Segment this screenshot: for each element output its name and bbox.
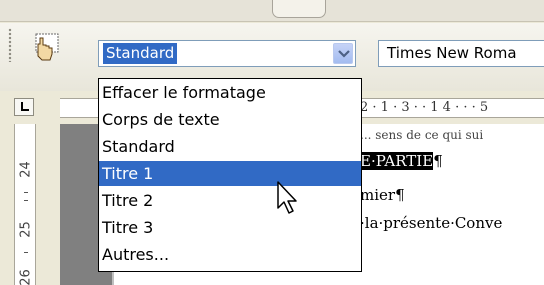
mouse-pointer-icon — [277, 181, 297, 214]
vertical-ruler-number: 24 — [18, 161, 34, 178]
document-heading-line: E·PARTIE¶ — [360, 152, 443, 170]
paragraph-style-value[interactable]: Standard — [103, 43, 178, 64]
document-line: ... sens de ce qui sui — [360, 128, 484, 142]
dropdown-item-heading-3[interactable]: Titre 3 — [99, 215, 361, 240]
font-name-value[interactable]: Times New Roma — [387, 43, 517, 64]
dropdown-item-clear-formatting[interactable]: Effacer le formatage — [99, 80, 361, 105]
vertical-ruler-tick — [24, 252, 28, 253]
vertical-ruler-number: 25 — [18, 221, 34, 238]
dropdown-item-heading-2[interactable]: Titre 2 — [99, 188, 361, 213]
tab-stop-selector[interactable] — [14, 98, 34, 116]
toolbar-grip-handle[interactable] — [8, 28, 12, 62]
vertical-ruler-number: 26 — [18, 269, 34, 285]
document-line: ·la·présente·Conve — [360, 214, 503, 232]
selected-text: E·PARTIE — [360, 152, 434, 170]
document-line: mier¶ — [360, 186, 405, 204]
paragraph-style-combo[interactable]: Standard — [98, 40, 356, 67]
dropdown-item-standard[interactable]: Standard — [99, 134, 361, 159]
horizontal-ruler-scale: 2 · 1 · 3 · · 1 4 · · · 5 — [360, 100, 489, 115]
hand-pointer-icon[interactable] — [28, 30, 62, 62]
vertical-ruler[interactable]: 24 25 26 — [14, 124, 36, 285]
top-strip — [0, 0, 544, 22]
vertical-ruler-tick — [24, 200, 28, 201]
paragraph-mark: ¶ — [433, 152, 443, 170]
font-name-combo[interactable]: Times New Roma — [378, 40, 544, 67]
top-tab-button[interactable] — [272, 0, 326, 18]
chevron-down-icon[interactable] — [333, 43, 353, 64]
paragraph-style-dropdown: Effacer le formatage Corps de texte Stan… — [98, 78, 362, 272]
dropdown-item-body-text[interactable]: Corps de texte — [99, 107, 361, 132]
dropdown-item-heading-1[interactable]: Titre 1 — [99, 161, 361, 186]
dropdown-item-more-styles[interactable]: Autres... — [99, 242, 361, 267]
vertical-ruler-tick — [24, 192, 28, 193]
